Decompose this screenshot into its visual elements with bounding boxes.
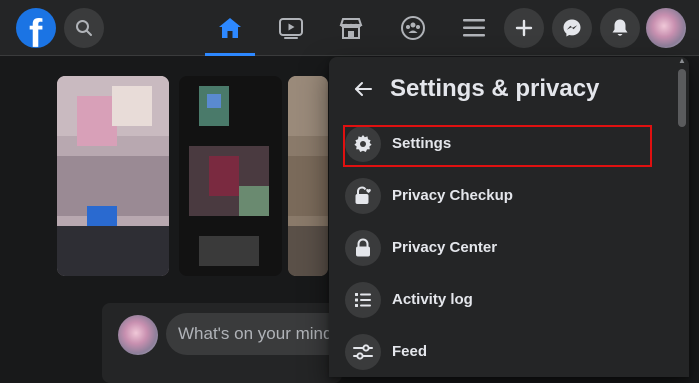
create-button[interactable] <box>504 8 544 48</box>
menu-item-label: Feed <box>392 343 428 360</box>
tab-marketplace[interactable] <box>326 0 376 56</box>
groups-icon <box>401 16 425 40</box>
menu-item-feed[interactable]: Feed <box>341 330 655 374</box>
home-icon <box>219 18 241 38</box>
menu-icon <box>463 19 485 37</box>
menu-item-privacy-center[interactable]: Privacy Center <box>341 226 655 270</box>
menu-item-privacy-checkup[interactable]: Privacy Checkup <box>341 174 655 218</box>
top-navigation-bar: f <box>0 0 699 56</box>
lock-heart-icon <box>345 178 381 214</box>
account-avatar[interactable] <box>646 8 686 48</box>
menu-item-label: Settings <box>392 135 452 152</box>
back-button[interactable] <box>345 71 381 107</box>
search-button[interactable] <box>64 8 104 48</box>
facebook-logo[interactable]: f <box>16 8 56 48</box>
marketplace-icon <box>339 18 363 39</box>
panel-scrollbar[interactable]: ▲ <box>678 57 686 361</box>
tab-groups[interactable] <box>388 0 438 56</box>
watch-icon <box>279 18 303 39</box>
story-card[interactable] <box>288 76 328 276</box>
menu-item-settings[interactable]: Settings <box>341 122 655 166</box>
notifications-button[interactable] <box>600 8 640 48</box>
plus-icon <box>515 19 533 37</box>
menu-item-label: Privacy Center <box>392 239 498 256</box>
composer-avatar[interactable] <box>118 315 158 355</box>
tab-watch[interactable] <box>266 0 316 56</box>
scroll-thumb[interactable] <box>678 69 686 127</box>
messenger-button[interactable] <box>552 8 592 48</box>
gear-icon <box>345 126 381 162</box>
menu-item-label: Activity log <box>392 291 473 308</box>
story-card[interactable] <box>179 76 282 276</box>
arrow-left-icon <box>355 82 372 96</box>
post-composer: What's on your mind <box>102 303 366 383</box>
messenger-icon <box>563 19 581 37</box>
tab-menu[interactable] <box>449 0 499 56</box>
facebook-logo-letter: f <box>29 12 43 48</box>
scroll-up-arrow-icon[interactable]: ▲ <box>678 57 686 65</box>
bell-icon <box>612 19 628 36</box>
tab-home[interactable] <box>205 0 255 56</box>
panel-title: Settings & privacy <box>390 75 600 102</box>
sliders-icon <box>345 334 381 370</box>
lock-icon <box>345 230 381 266</box>
menu-item-label: Privacy Checkup <box>392 187 513 204</box>
story-card[interactable] <box>57 76 169 276</box>
list-icon <box>345 282 381 318</box>
settings-privacy-panel: Settings & privacy Settings Privacy Chec… <box>329 57 689 377</box>
search-icon <box>76 20 92 36</box>
menu-item-activity-log[interactable]: Activity log <box>341 278 655 322</box>
